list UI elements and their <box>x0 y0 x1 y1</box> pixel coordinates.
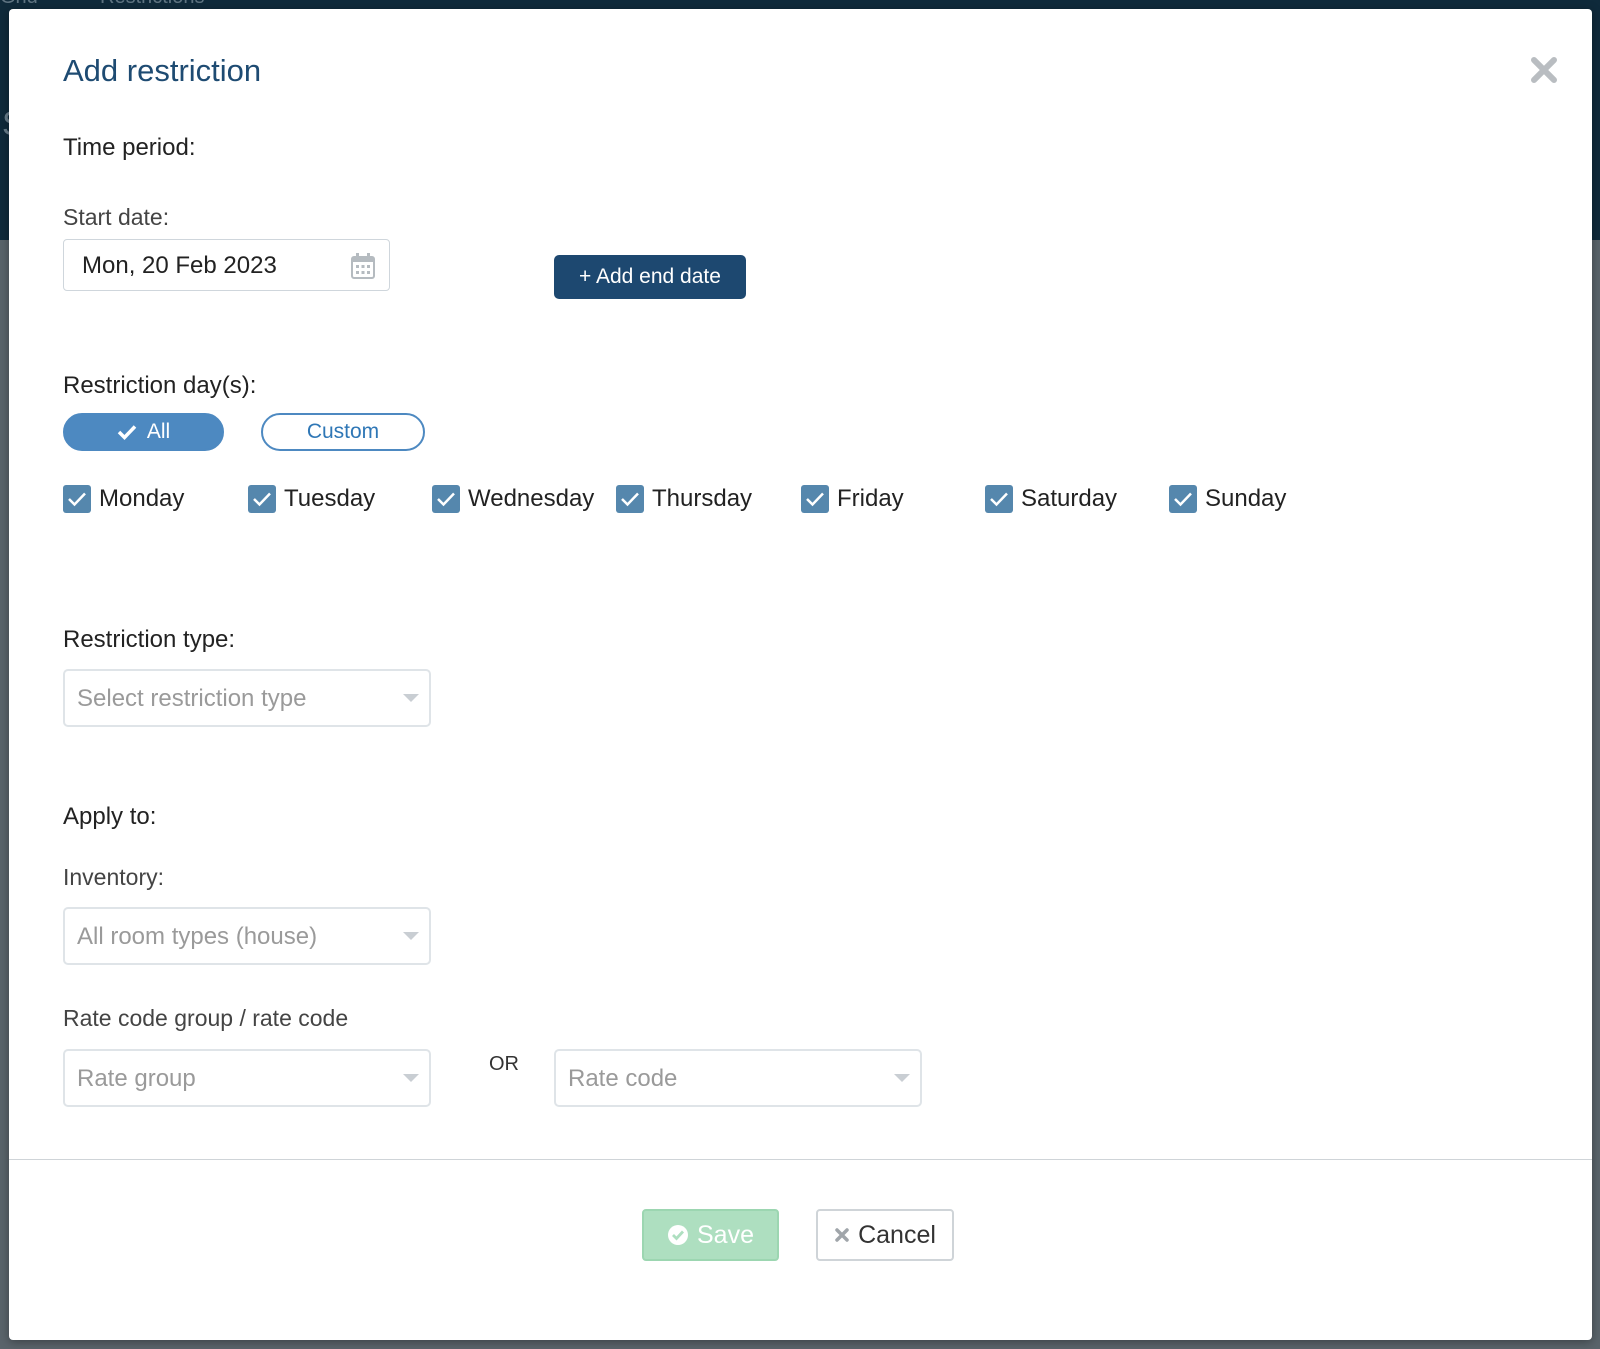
inventory-value: All room types (house) <box>77 923 318 950</box>
checkbox-checked-icon <box>248 485 276 513</box>
day-label: Monday <box>99 485 185 512</box>
check-circle-icon <box>668 1225 688 1245</box>
day-label: Thursday <box>652 485 753 512</box>
add-end-date-button[interactable]: + Add end date <box>554 255 746 299</box>
day-checkbox-sunday[interactable]: Sunday <box>1169 485 1286 513</box>
checkbox-checked-icon <box>985 485 1013 513</box>
rate-group-placeholder: Rate group <box>77 1065 196 1092</box>
chevron-down-icon <box>403 932 419 940</box>
day-label: Wednesday <box>468 485 595 512</box>
checkbox-checked-icon <box>432 485 460 513</box>
rate-code-placeholder: Rate code <box>568 1065 678 1092</box>
apply-to-heading: Apply to: <box>63 803 157 830</box>
day-checkbox-wednesday[interactable]: Wednesday <box>432 485 594 513</box>
custom-days-toggle[interactable]: Custom <box>261 413 425 451</box>
background-tab-grid: Grid <box>0 0 38 9</box>
start-date-value: Mon, 20 Feb 2023 <box>82 252 277 279</box>
rate-group-select[interactable]: Rate group <box>63 1049 431 1107</box>
start-date-input[interactable]: Mon, 20 Feb 2023 <box>63 239 390 291</box>
chevron-down-icon <box>403 694 419 702</box>
day-checkbox-saturday[interactable]: Saturday <box>985 485 1117 513</box>
chevron-down-icon <box>894 1074 910 1082</box>
close-icon[interactable] <box>1527 53 1561 87</box>
checkbox-checked-icon <box>63 485 91 513</box>
add-restriction-modal: Add restriction Time period: Start date:… <box>9 9 1592 1340</box>
day-checkbox-thursday[interactable]: Thursday <box>616 485 752 513</box>
save-button[interactable]: Save <box>642 1209 779 1261</box>
or-label: OR <box>489 1053 519 1075</box>
check-icon <box>117 425 137 440</box>
day-label: Friday <box>837 485 904 512</box>
day-label: Tuesday <box>284 485 376 512</box>
chevron-down-icon <box>403 1074 419 1082</box>
modal-title: Add restriction <box>63 53 262 88</box>
checkbox-checked-icon <box>616 485 644 513</box>
start-date-label: Start date: <box>63 204 170 230</box>
day-label: Sunday <box>1205 485 1287 512</box>
rate-code-select[interactable]: Rate code <box>554 1049 922 1107</box>
restriction-type-select[interactable]: Select restriction type <box>63 669 431 727</box>
background-tab-restrictions: Restrictions <box>100 0 204 9</box>
close-icon <box>835 1228 849 1242</box>
all-days-label: All <box>146 420 171 443</box>
cancel-button[interactable]: Cancel <box>816 1209 954 1261</box>
day-checkbox-friday[interactable]: Friday <box>801 485 904 513</box>
inventory-label: Inventory: <box>63 864 164 890</box>
save-label: Save <box>697 1220 754 1249</box>
footer-divider <box>9 1159 1592 1160</box>
time-period-heading: Time period: <box>63 134 196 161</box>
restriction-days-heading: Restriction day(s): <box>63 372 257 399</box>
day-checkbox-monday[interactable]: Monday <box>63 485 184 513</box>
checkbox-checked-icon <box>1169 485 1197 513</box>
day-label: Saturday <box>1021 485 1118 512</box>
calendar-icon[interactable] <box>351 253 375 284</box>
cancel-label: Cancel <box>858 1220 936 1249</box>
all-days-toggle[interactable]: All <box>63 413 224 451</box>
day-checkbox-tuesday[interactable]: Tuesday <box>248 485 375 513</box>
inventory-select[interactable]: All room types (house) <box>63 907 431 965</box>
restriction-type-placeholder: Select restriction type <box>77 685 307 712</box>
restriction-type-heading: Restriction type: <box>63 626 236 653</box>
rate-code-label: Rate code group / rate code <box>63 1005 349 1031</box>
checkbox-checked-icon <box>801 485 829 513</box>
